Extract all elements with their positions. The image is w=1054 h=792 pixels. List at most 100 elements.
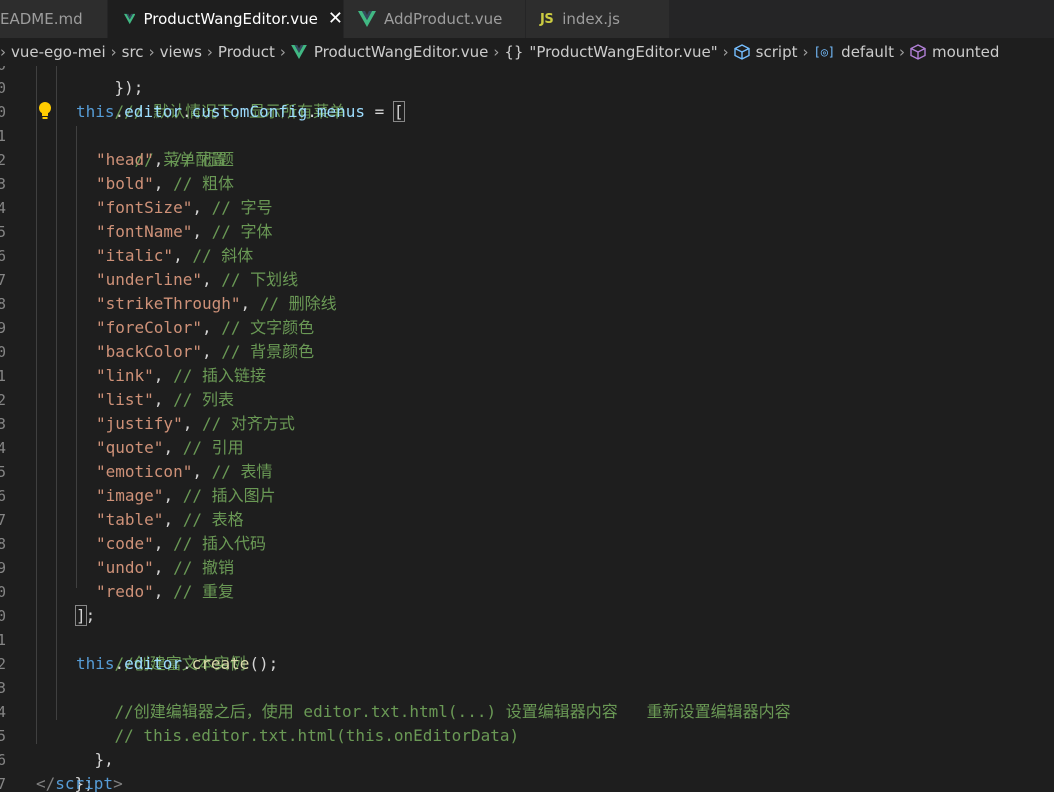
line-number: 4 [0, 199, 6, 217]
code-string: "justify" [96, 414, 183, 433]
breadcrumb-separator: › [148, 43, 155, 61]
line-number: 4 [0, 703, 6, 721]
code-string: "fontSize" [96, 198, 193, 217]
code-line-menu-item: "justify", // 对齐方式 [96, 412, 295, 436]
code-open-bracket: [ [392, 101, 405, 122]
breadcrumb-separator: › [493, 43, 500, 61]
code-property: editor [124, 654, 182, 673]
code-comment: // 字体 [211, 222, 273, 241]
code-line: }, [56, 724, 114, 769]
line-number: 3 [0, 679, 6, 697]
tab-index-js[interactable]: JS index.js [526, 0, 670, 38]
code-comment: // 插入代码 [173, 534, 266, 553]
line-number: 8 [0, 295, 6, 313]
lightbulb-icon[interactable] [38, 101, 52, 121]
tab-readme[interactable]: EADME.md [0, 0, 108, 38]
code-comment: // 表情 [211, 462, 273, 481]
line-number: 0 [0, 583, 6, 601]
cube-icon [733, 44, 750, 60]
line-number: 1 [0, 127, 6, 145]
breadcrumb-item-src[interactable]: src [122, 43, 144, 61]
line-number: 8 [0, 535, 6, 553]
code-line-menu-item: "quote", // 引用 [96, 436, 244, 460]
breadcrumb-separator: › [0, 43, 6, 61]
breadcrumb-item-vue-ego-mei[interactable]: vue-ego-mei [11, 43, 106, 61]
breadcrumb-item-views[interactable]: views [160, 43, 202, 61]
breadcrumb-mounted-label: mounted [931, 43, 1000, 61]
code-token-comma: , [153, 390, 174, 409]
line-number: 3 [0, 175, 6, 193]
code-line: </script> [36, 772, 123, 792]
breadcrumb-item-default[interactable]: [◎] default [813, 43, 893, 61]
code-string: "foreColor" [96, 318, 202, 337]
code-comment: // 对齐方式 [201, 414, 295, 433]
code-line-menu-item: "table", // 表格 [96, 508, 244, 532]
code-line-menu-item: "list", // 列表 [96, 388, 234, 412]
line-number-gutter: 0 0 0 1 2 3 4 5 6 7 8 9 0 1 2 3 4 5 6 7 … [0, 66, 30, 792]
code-token-comma: , [153, 582, 174, 601]
line-number: 5 [0, 463, 6, 481]
line-number: 6 [0, 487, 6, 505]
line-number: 1 [0, 631, 6, 649]
line-number: 0 [0, 607, 6, 625]
code-keyword-this: this [76, 654, 115, 673]
code-token-comma: , [163, 438, 183, 457]
code-line-menu-item: "emoticon", // 表情 [96, 460, 273, 484]
tab-productwangeditor[interactable]: ProductWangEditor.vue ✕ [108, 0, 344, 38]
code-line-menu-item: "image", // 插入图片 [96, 484, 276, 508]
code-string: "link" [96, 366, 154, 385]
code-line-menu-item: "undo", // 撤销 [96, 556, 234, 580]
breadcrumb-item-module[interactable]: {} "ProductWangEditor.vue" [504, 43, 717, 61]
code-close-bracket: ] [75, 605, 87, 626]
code-line-menu-item: "italic", // 斜体 [96, 244, 253, 268]
line-number: 6 [0, 751, 6, 769]
breadcrumb: › vue-ego-mei › src › views › Product › … [0, 38, 1054, 66]
code-line-menu-item: "redo", // 重复 [96, 580, 234, 604]
code-token-comma: , [192, 222, 212, 241]
code-line: // this.editor.txt.html(this.onEditorDat… [76, 700, 520, 745]
code-string: "quote" [96, 438, 164, 457]
code-token-comma: , [173, 246, 193, 265]
code-line: }); [76, 66, 144, 97]
code-string: "bold" [96, 174, 154, 193]
code-editor[interactable]: 0 0 0 1 2 3 4 5 6 7 8 9 0 1 2 3 4 5 6 7 … [0, 66, 1054, 792]
code-token-punctuation: }, [94, 750, 114, 769]
breadcrumb-item-mounted[interactable]: mounted [910, 43, 999, 61]
breadcrumb-item-file[interactable]: ProductWangEditor.vue [291, 43, 488, 61]
code-line-menu-item: "fontSize", // 字号 [96, 196, 273, 220]
code-string: "list" [96, 390, 154, 409]
code-comment: // 背景颜色 [221, 342, 315, 361]
code-token-comma: , [192, 198, 212, 217]
breadcrumb-separator: › [898, 43, 905, 61]
indent-guide [36, 66, 37, 744]
breadcrumb-item-product[interactable]: Product [218, 43, 275, 61]
code-comment: // 下划线 [221, 270, 299, 289]
code-token-dot: . [181, 102, 192, 121]
breadcrumb-separator: › [802, 43, 809, 61]
editor-tab-bar: EADME.md ProductWangEditor.vue ✕ AddProd… [0, 0, 1054, 38]
method-cube-icon [910, 44, 926, 60]
code-comment: // 标题 [173, 150, 234, 169]
code-token-comma: , [153, 150, 174, 169]
code-comment: // 列表 [173, 390, 234, 409]
tab-addproduct[interactable]: AddProduct.vue [344, 0, 526, 38]
close-icon[interactable]: ✕ [328, 10, 343, 28]
code-token-comma: , [163, 486, 183, 505]
line-number: 0 [0, 79, 6, 97]
code-token-comma: , [192, 462, 212, 481]
code-line: this.editor.create(); [76, 652, 278, 676]
code-function: create [191, 654, 250, 673]
code-token-dot: . [307, 102, 317, 121]
code-line: //创建编辑器之后，使用 editor.txt.html(...) 设置编辑器内… [76, 676, 791, 721]
code-token-comma: , [153, 558, 174, 577]
code-string: "undo" [96, 558, 154, 577]
code-string: "strikeThrough" [96, 294, 241, 313]
code-token-comma: , [201, 318, 222, 337]
breadcrumb-item-script[interactable]: script [733, 43, 798, 61]
line-number: 6 [0, 247, 6, 265]
tab-label: EADME.md [0, 10, 83, 28]
breadcrumb-script-label: script [755, 43, 798, 61]
code-line-menu-item: "strikeThrough", // 删除线 [96, 292, 337, 316]
code-token-comma: , [163, 510, 183, 529]
code-comment: // this.editor.txt.html(this.onEditorDat… [114, 726, 520, 745]
